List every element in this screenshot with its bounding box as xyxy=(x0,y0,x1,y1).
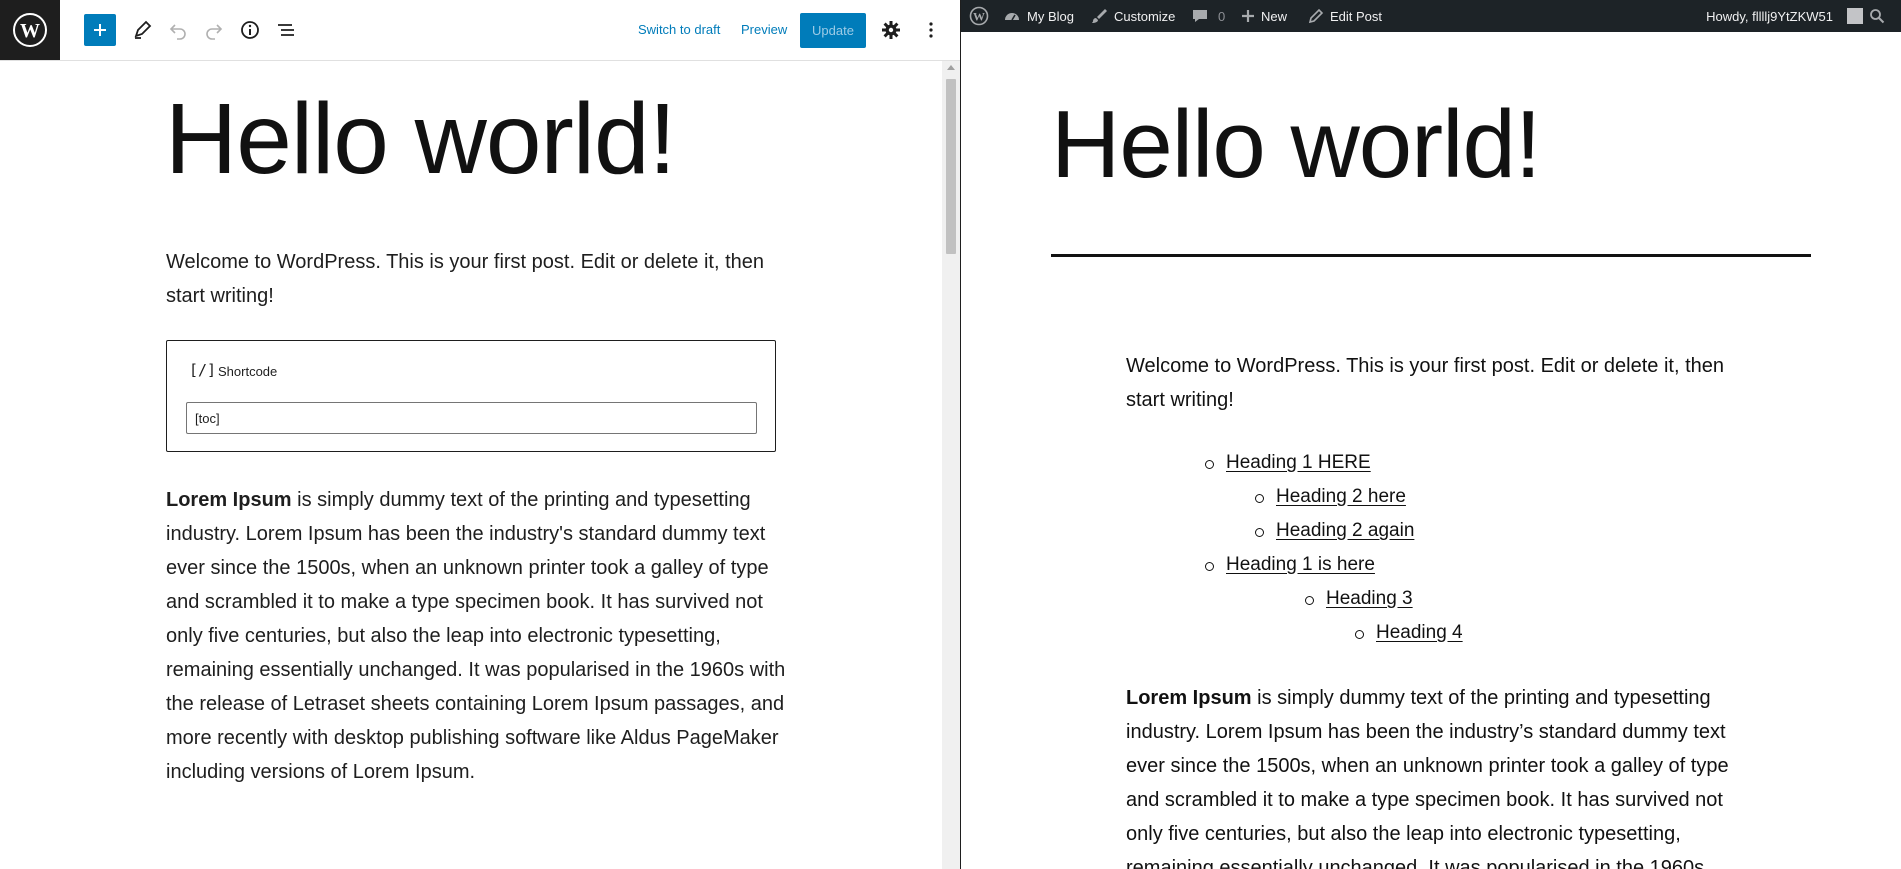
update-button[interactable]: Update xyxy=(800,13,866,48)
more-vertical-icon xyxy=(929,22,933,38)
undo-icon xyxy=(169,24,186,40)
gear-icon xyxy=(882,21,900,39)
site-frontend: W My Blog Customize 0 New Edit Post Howd… xyxy=(961,0,1901,869)
toc-bullet xyxy=(1355,630,1364,639)
wordpress-logo-button[interactable]: W xyxy=(0,0,60,60)
scroll-up-arrow[interactable] xyxy=(947,65,955,70)
toc-link[interactable]: Heading 4 xyxy=(1376,616,1463,650)
howdy-text: Howdy, fllllj9YtZKW51 xyxy=(1706,8,1833,24)
admin-bar-wp-logo[interactable]: W xyxy=(969,0,995,32)
wordpress-icon: W xyxy=(969,6,989,26)
brush-icon xyxy=(1092,9,1107,23)
svg-text:W: W xyxy=(973,10,985,24)
admin-bar-edit-post[interactable]: Edit Post xyxy=(1308,0,1382,32)
entry-title: Hello world! xyxy=(1051,91,1542,198)
pen-icon xyxy=(134,20,152,39)
shortcode-icon: [/] xyxy=(189,361,217,379)
shortcode-block[interactable]: [/] Shortcode xyxy=(166,340,776,452)
scrollbar-thumb[interactable] xyxy=(946,79,956,254)
admin-bar-customize[interactable]: Customize xyxy=(1090,0,1175,32)
admin-bar: W My Blog Customize 0 New Edit Post Howd… xyxy=(961,0,1901,32)
bold-text: Lorem Ipsum xyxy=(166,489,292,511)
toc-link[interactable]: Heading 2 again xyxy=(1276,514,1414,548)
preview-button[interactable]: Preview xyxy=(741,22,787,37)
settings-button[interactable] xyxy=(877,16,905,44)
editor-toolbar: W Switch to draft Preview Update xyxy=(0,0,960,61)
paragraph-block[interactable]: Welcome to WordPress. This is your first… xyxy=(166,245,786,313)
list-view-button[interactable] xyxy=(272,16,300,44)
paragraph-text: is simply dummy text of the printing and… xyxy=(1126,687,1729,869)
tools-button[interactable] xyxy=(128,16,156,44)
details-button[interactable] xyxy=(236,16,264,44)
admin-bar-account[interactable]: Howdy, fllllj9YtZKW51 xyxy=(1706,0,1833,32)
avatar[interactable] xyxy=(1847,8,1863,24)
entry-paragraph: Lorem Ipsum is simply dummy text of the … xyxy=(1126,681,1741,869)
admin-bar-my-blog-label: My Blog xyxy=(1027,8,1074,24)
toc-bullet xyxy=(1255,528,1264,537)
redo-button[interactable] xyxy=(200,16,228,44)
toc-link[interactable]: Heading 3 xyxy=(1326,582,1413,616)
add-block-button[interactable] xyxy=(84,14,116,46)
info-icon xyxy=(241,21,259,39)
toc-link[interactable]: Heading 1 is here xyxy=(1226,548,1375,582)
comments-count: 0 xyxy=(1218,8,1226,24)
block-editor: W Switch to draft Preview Update Hello w… xyxy=(0,0,960,869)
plus-icon xyxy=(1242,10,1254,22)
paragraph-text: is simply dummy text of the printing and… xyxy=(166,489,786,783)
toc-link[interactable]: Heading 1 HERE xyxy=(1226,446,1371,480)
redo-icon xyxy=(206,24,223,40)
undo-button[interactable] xyxy=(164,16,192,44)
list-view-icon xyxy=(278,24,294,36)
admin-bar-customize-label: Customize xyxy=(1114,8,1176,24)
title-separator xyxy=(1051,254,1811,257)
plus-icon xyxy=(94,24,106,36)
svg-text:W: W xyxy=(20,20,40,42)
editor-scrollbar[interactable] xyxy=(942,61,960,869)
paragraph-block[interactable]: Lorem Ipsum is simply dummy text of the … xyxy=(166,483,786,789)
entry-paragraph: Welcome to WordPress. This is your first… xyxy=(1126,355,1725,411)
admin-bar-search[interactable] xyxy=(1869,0,1891,32)
post-title[interactable]: Hello world! xyxy=(165,79,676,199)
toc-bullet xyxy=(1205,562,1214,571)
toc-bullet xyxy=(1255,494,1264,503)
wordpress-icon: W xyxy=(13,13,47,47)
admin-bar-my-blog[interactable]: My Blog xyxy=(1003,0,1074,32)
toc-link[interactable]: Heading 2 here xyxy=(1276,480,1406,514)
options-button[interactable] xyxy=(917,16,945,44)
dashboard-icon xyxy=(1005,13,1019,21)
admin-bar-new-label: New xyxy=(1261,8,1288,24)
admin-bar-new[interactable]: New xyxy=(1241,0,1287,32)
shortcode-label: Shortcode xyxy=(218,364,278,379)
toc-bullet xyxy=(1305,596,1314,605)
toc-bullet xyxy=(1205,460,1214,469)
shortcode-input[interactable] xyxy=(186,402,757,434)
comment-icon xyxy=(1193,10,1207,22)
bold-text: Lorem Ipsum xyxy=(1126,687,1252,709)
admin-bar-edit-post-label: Edit Post xyxy=(1330,8,1383,24)
search-icon xyxy=(1870,9,1885,24)
switch-to-draft-button[interactable]: Switch to draft xyxy=(638,22,720,37)
pencil-icon xyxy=(1308,8,1324,24)
admin-bar-comments[interactable]: 0 xyxy=(1191,0,1225,32)
